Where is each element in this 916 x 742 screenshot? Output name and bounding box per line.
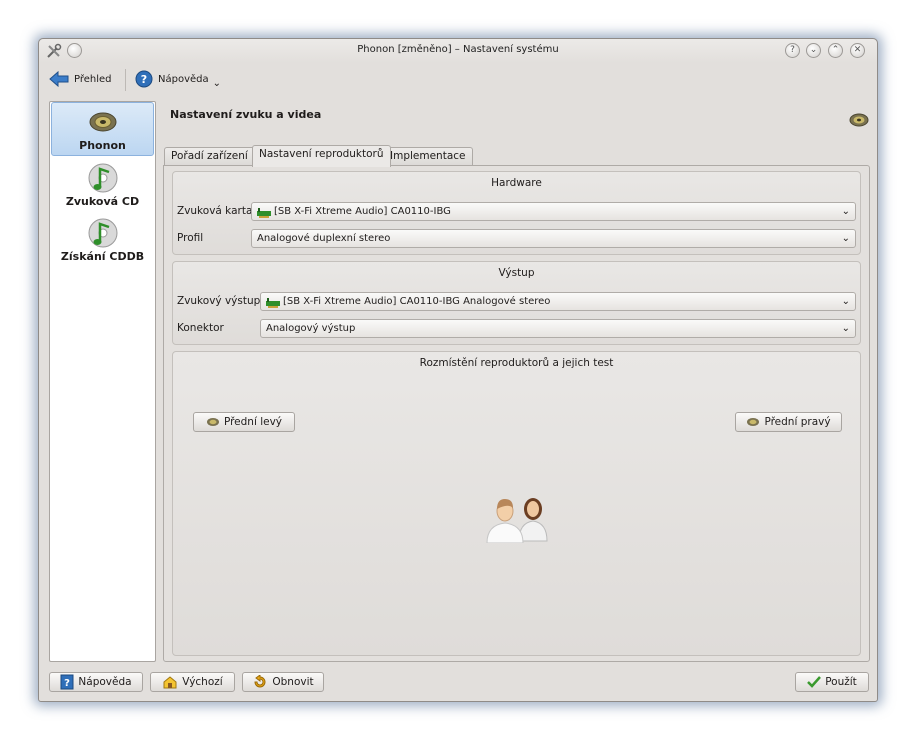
sidebar-item-label: Získání CDDB bbox=[60, 250, 145, 263]
sound-output-value: [SB X-Fi Xtreme Audio] CA0110-IBG Analog… bbox=[283, 296, 551, 307]
front-right-speaker-button[interactable]: Přední pravý bbox=[735, 412, 842, 432]
profile-combo[interactable]: Analogové duplexní stereo ⌄ bbox=[251, 229, 856, 248]
hardware-group: Hardware Zvuková karta [SB X-Fi Xtreme A… bbox=[172, 171, 861, 255]
profile-label: Profil bbox=[177, 232, 204, 244]
front-left-label: Přední levý bbox=[223, 416, 283, 428]
help-icon: ? bbox=[135, 70, 153, 88]
toolbar: Přehled ? Nápověda ⌄ bbox=[39, 65, 877, 93]
toolbar-separator bbox=[125, 69, 126, 91]
connector-combo[interactable]: Analogový výstup ⌄ bbox=[260, 319, 856, 338]
sidebar-item-phonon[interactable]: Phonon bbox=[51, 102, 154, 156]
page-title: Nastavení zvuku a videa bbox=[170, 108, 322, 121]
help-book-icon: ? bbox=[60, 674, 74, 690]
front-right-label: Přední pravý bbox=[764, 416, 831, 428]
sidebar-item-cddb[interactable]: Získání CDDB bbox=[51, 217, 154, 267]
sidebar-item-audio-cd[interactable]: Zvuková CD bbox=[51, 162, 154, 212]
tab-backend[interactable]: Implementace bbox=[383, 147, 473, 166]
back-arrow-icon bbox=[49, 71, 69, 87]
svg-text:?: ? bbox=[141, 73, 147, 86]
module-sidebar: Phonon Zvuková CD Získání CDDB bbox=[49, 101, 156, 662]
tab-panel: Hardware Zvuková karta [SB X-Fi Xtreme A… bbox=[163, 165, 870, 662]
front-left-speaker-button[interactable]: Přední levý bbox=[193, 412, 295, 432]
apply-button-label: Použít bbox=[825, 676, 857, 688]
speaker-icon bbox=[206, 417, 220, 427]
tab-label: Pořadí zařízení bbox=[171, 150, 248, 162]
sound-card-combo[interactable]: [SB X-Fi Xtreme Audio] CA0110-IBG ⌄ bbox=[251, 202, 856, 221]
checkmark-icon bbox=[807, 676, 822, 688]
sound-card-label: Zvuková karta bbox=[177, 205, 253, 217]
sound-card-icon bbox=[266, 297, 280, 308]
tab-speaker-setup[interactable]: Nastavení reproduktorů bbox=[252, 145, 391, 167]
connector-label: Konektor bbox=[177, 322, 224, 334]
apply-button[interactable]: Použít bbox=[795, 672, 869, 692]
reset-button-label: Obnovit bbox=[272, 676, 314, 688]
speaker-icon bbox=[848, 111, 870, 129]
overview-button[interactable]: Přehled bbox=[49, 69, 112, 89]
reset-icon bbox=[252, 675, 268, 689]
sound-output-combo[interactable]: [SB X-Fi Xtreme Audio] CA0110-IBG Analog… bbox=[260, 292, 856, 311]
speaker-icon bbox=[88, 109, 118, 135]
sound-output-label: Zvukový výstup bbox=[177, 295, 261, 307]
profile-value: Analogové duplexní stereo bbox=[257, 233, 391, 244]
chevron-down-icon: ⌄ bbox=[841, 206, 850, 217]
sidebar-item-label: Phonon bbox=[79, 139, 126, 152]
help-window-button[interactable]: ? bbox=[785, 43, 800, 58]
music-cd-icon bbox=[87, 162, 119, 194]
chevron-down-icon: ⌄ bbox=[212, 77, 222, 89]
overview-label: Přehled bbox=[74, 73, 112, 85]
main-window: Phonon [změněno] – Nastavení systému ? ⌄… bbox=[38, 38, 878, 702]
title-bar[interactable]: Phonon [změněno] – Nastavení systému ? ⌄… bbox=[39, 39, 877, 63]
minimize-button[interactable]: ⌄ bbox=[806, 43, 821, 58]
listener-users-icon bbox=[483, 489, 551, 544]
output-group: Výstup Zvukový výstup [SB X-Fi Xtreme Au… bbox=[172, 261, 861, 345]
tab-label: Nastavení reproduktorů bbox=[259, 148, 384, 160]
window-title: Phonon [změněno] – Nastavení systému bbox=[357, 44, 559, 55]
sound-card-value: [SB X-Fi Xtreme Audio] CA0110-IBG bbox=[274, 206, 451, 217]
help-menu-button[interactable]: ? Nápověda ⌄ bbox=[135, 69, 221, 89]
chevron-down-icon: ⌄ bbox=[841, 323, 850, 334]
sound-card-icon bbox=[257, 207, 271, 218]
help-button[interactable]: ? Nápověda bbox=[49, 672, 143, 692]
help-label: Nápověda bbox=[158, 73, 209, 85]
sidebar-item-label: Zvuková CD bbox=[65, 195, 140, 208]
connector-value: Analogový výstup bbox=[266, 323, 356, 334]
help-button-label: Nápověda bbox=[78, 676, 132, 688]
defaults-button-label: Výchozí bbox=[182, 676, 223, 688]
speaker-placement-group: Rozmístění reproduktorů a jejich test Př… bbox=[172, 351, 861, 656]
chevron-down-icon: ⌄ bbox=[841, 296, 850, 307]
svg-text:?: ? bbox=[65, 678, 71, 689]
group-title: Rozmístění reproduktorů a jejich test bbox=[419, 357, 614, 369]
defaults-icon bbox=[162, 675, 178, 689]
chevron-down-icon: ⌄ bbox=[841, 233, 850, 244]
music-cd-icon bbox=[87, 217, 119, 249]
tab-device-preference[interactable]: Pořadí zařízení bbox=[164, 147, 255, 166]
reset-button[interactable]: Obnovit bbox=[242, 672, 324, 692]
group-title: Výstup bbox=[498, 267, 535, 279]
close-button[interactable]: ✕ bbox=[850, 43, 865, 58]
speaker-icon bbox=[746, 417, 760, 427]
maximize-button[interactable]: ⌃ bbox=[828, 43, 843, 58]
defaults-button[interactable]: Výchozí bbox=[150, 672, 235, 692]
group-title: Hardware bbox=[491, 177, 542, 189]
tab-label: Implementace bbox=[390, 150, 466, 162]
module-content: Nastavení zvuku a videa Pořadí zařízení … bbox=[163, 101, 870, 662]
